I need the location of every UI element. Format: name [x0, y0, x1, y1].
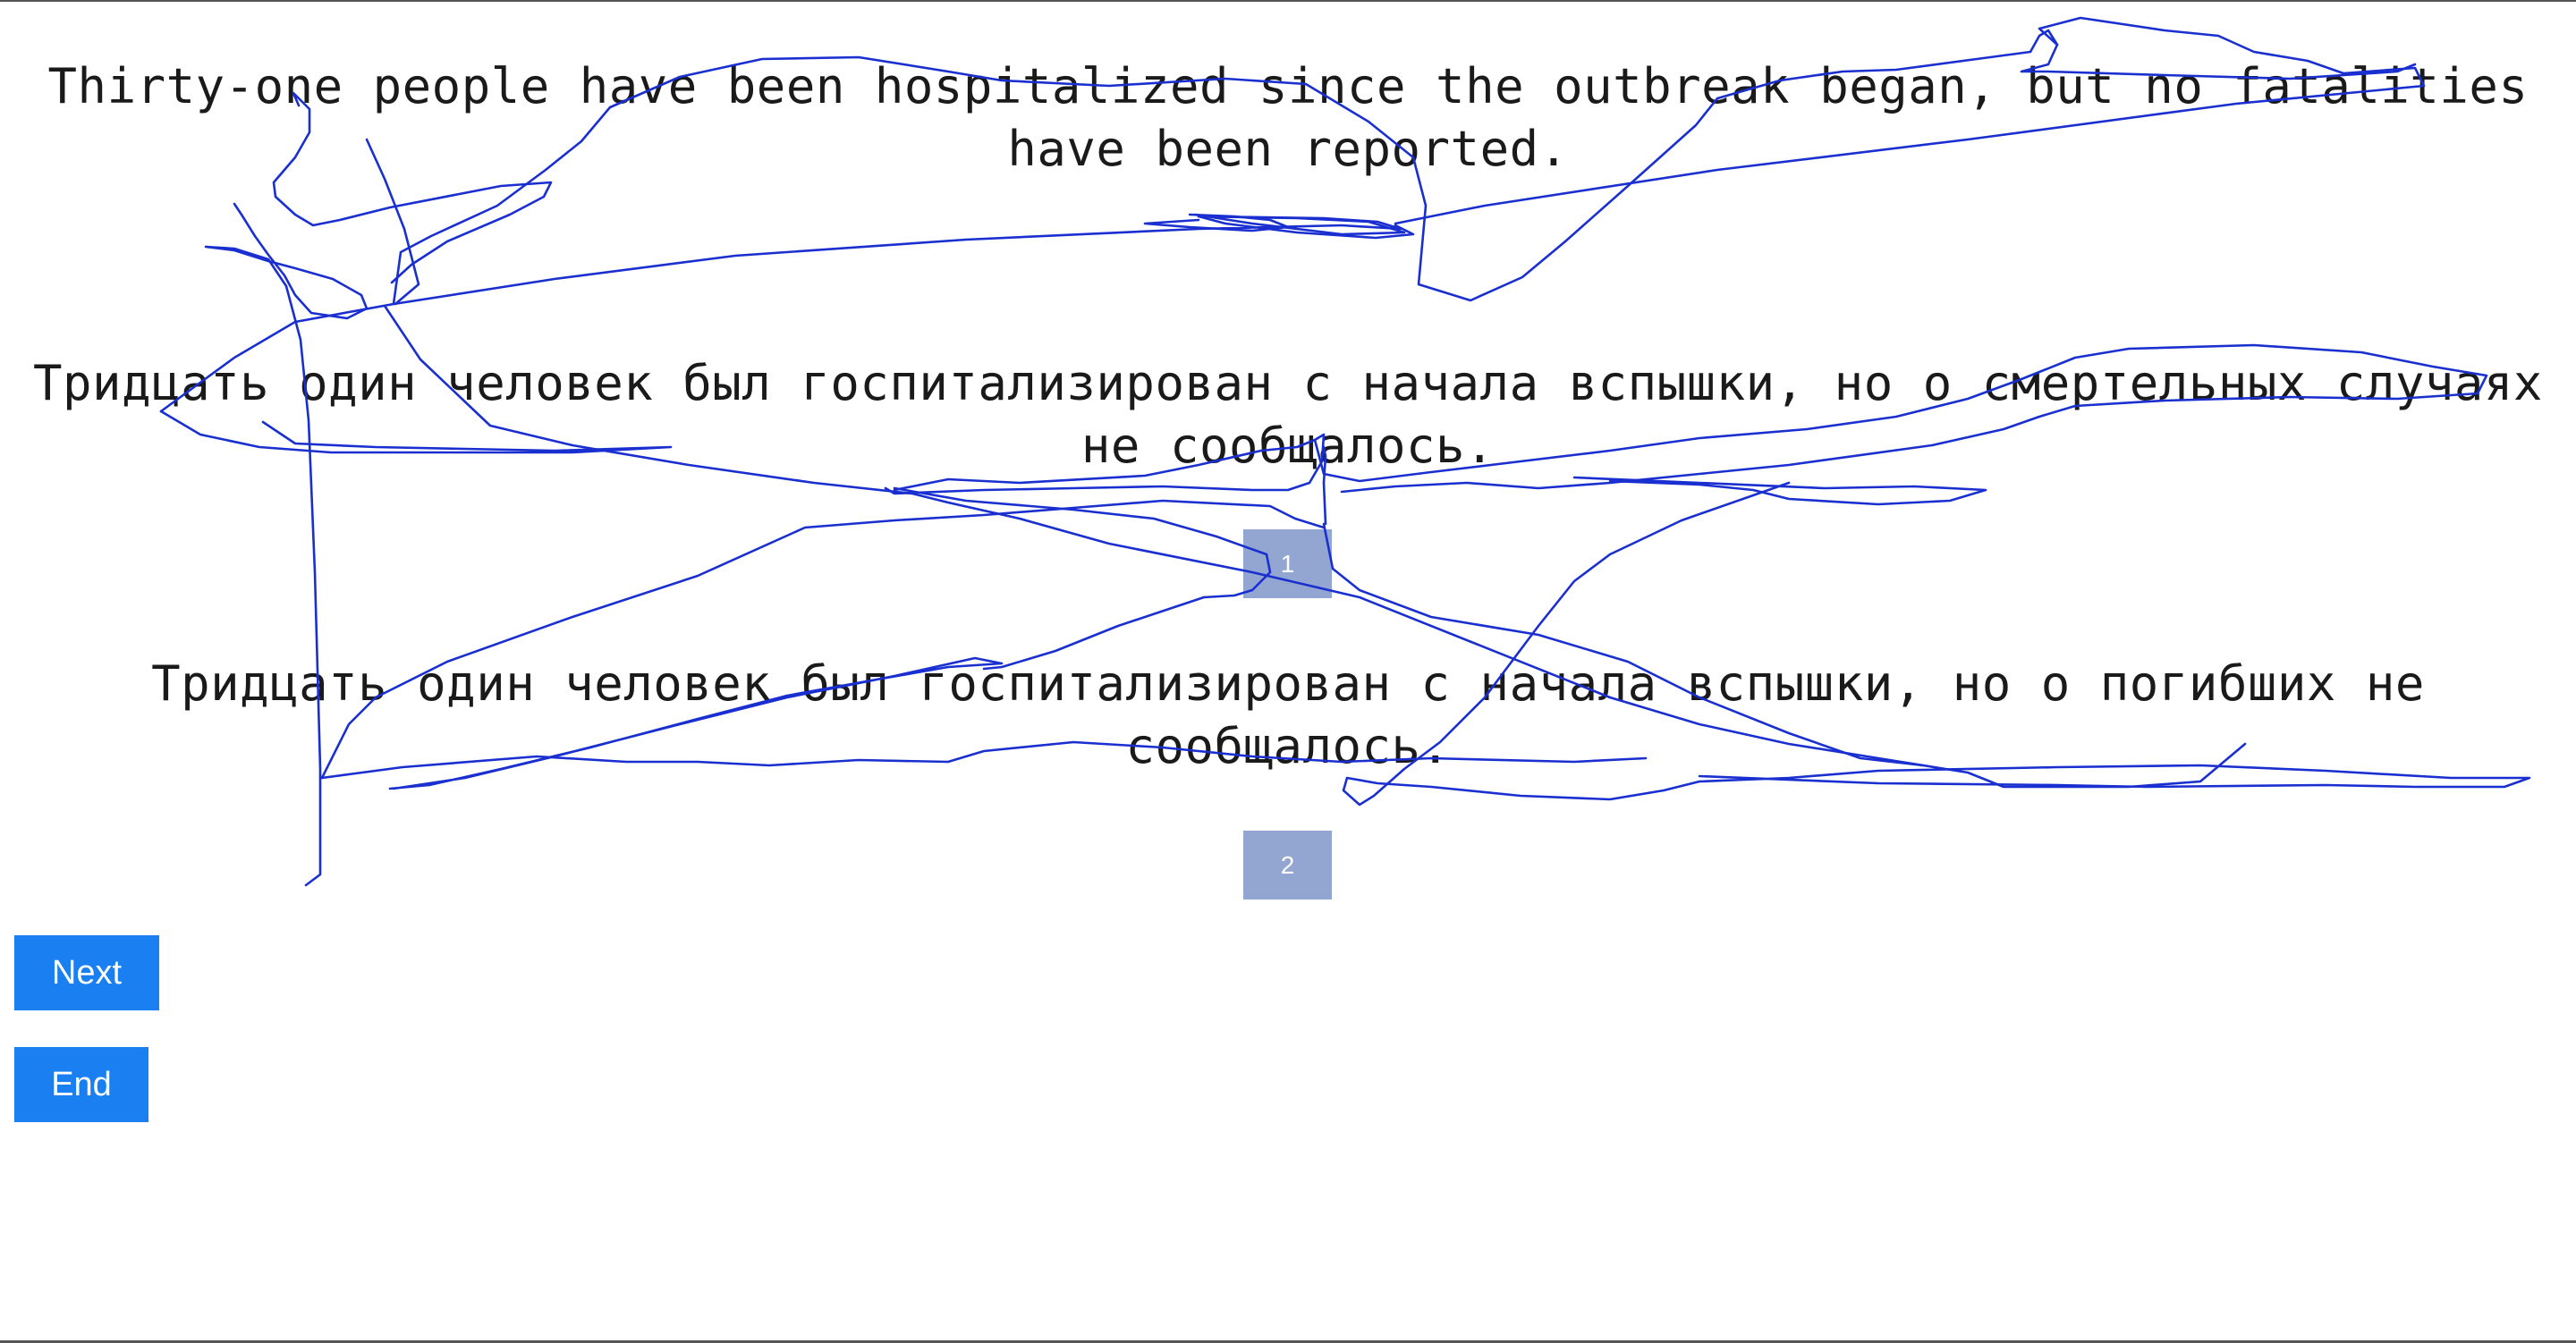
- translation-option-2-text: Тридцать один человек был госпитализиров…: [151, 655, 2425, 774]
- next-button[interactable]: Next: [14, 935, 159, 1010]
- scribble-stroke: [893, 486, 1272, 599]
- scribble-stroke: [1193, 213, 1406, 236]
- source-sentence: Thirty-one people have been hospitalized…: [47, 58, 2529, 177]
- top-border: [0, 0, 2576, 2]
- translation-option-1-text: Тридцать один человек был госпитализиров…: [33, 355, 2543, 474]
- scribble-stroke: [1143, 213, 1290, 232]
- scribble-stroke: [204, 202, 369, 887]
- translation-option-1-badge[interactable]: 1: [1243, 529, 1332, 598]
- end-button[interactable]: End: [14, 1047, 148, 1122]
- scribble-stroke: [1572, 476, 1987, 506]
- translation-option-2-badge[interactable]: 2: [1243, 831, 1332, 900]
